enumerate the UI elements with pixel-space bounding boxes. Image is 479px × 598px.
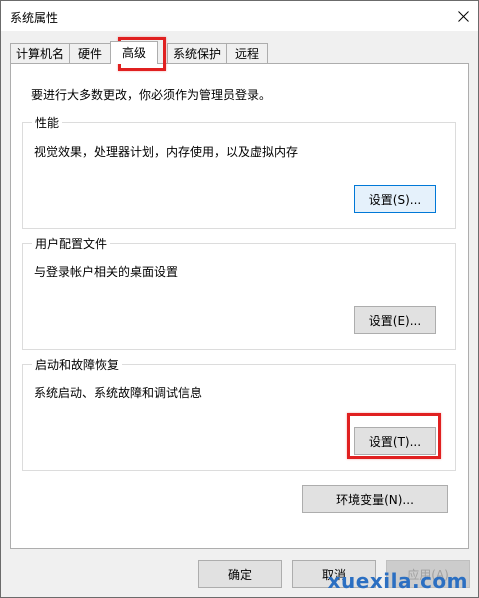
user-profiles-settings-button[interactable]: 设置(E)... bbox=[354, 306, 436, 334]
ok-button[interactable]: 确定 bbox=[198, 560, 282, 588]
user-profiles-group: 用户配置文件 与登录帐户相关的桌面设置 设置(E)... bbox=[22, 235, 456, 350]
performance-title: 性能 bbox=[32, 114, 63, 131]
startup-recovery-settings-button[interactable]: 设置(T)... bbox=[354, 427, 436, 455]
system-properties-dialog: 系统属性 计算机名 硬件 高级 系统保护 远程 要进行大多数更改，你必须作为管理… bbox=[0, 0, 479, 598]
performance-settings-button[interactable]: 设置(S)... bbox=[354, 185, 436, 213]
admin-notice: 要进行大多数更改，你必须作为管理员登录。 bbox=[31, 88, 272, 102]
startup-recovery-title: 启动和故障恢复 bbox=[32, 356, 123, 373]
user-profiles-title: 用户配置文件 bbox=[32, 235, 111, 252]
tab-advanced[interactable]: 高级 bbox=[110, 41, 158, 64]
startup-recovery-description: 系统启动、系统故障和调试信息 bbox=[34, 386, 203, 400]
advanced-panel: 要进行大多数更改，你必须作为管理员登录。 性能 视觉效果，处理器计划，内存使用，… bbox=[10, 63, 469, 549]
tab-remote[interactable]: 远程 bbox=[226, 43, 268, 63]
window-title: 系统属性 bbox=[10, 11, 59, 25]
watermark: xuexila.com bbox=[327, 569, 468, 593]
user-profiles-description: 与登录帐户相关的桌面设置 bbox=[34, 265, 179, 279]
tab-system-protection[interactable]: 系统保护 bbox=[167, 43, 227, 63]
tab-computer-name[interactable]: 计算机名 bbox=[10, 43, 70, 63]
close-button[interactable] bbox=[448, 1, 478, 31]
performance-description: 视觉效果，处理器计划，内存使用，以及虚拟内存 bbox=[34, 145, 299, 159]
startup-recovery-group: 启动和故障恢复 系统启动、系统故障和调试信息 设置(T)... bbox=[22, 356, 456, 471]
environment-variables-button[interactable]: 环境变量(N)... bbox=[302, 485, 448, 513]
performance-group: 性能 视觉效果，处理器计划，内存使用，以及虚拟内存 设置(S)... bbox=[22, 114, 456, 229]
close-icon bbox=[457, 10, 469, 22]
title-bar: 系统属性 bbox=[1, 1, 478, 31]
tab-hardware[interactable]: 硬件 bbox=[69, 43, 111, 63]
